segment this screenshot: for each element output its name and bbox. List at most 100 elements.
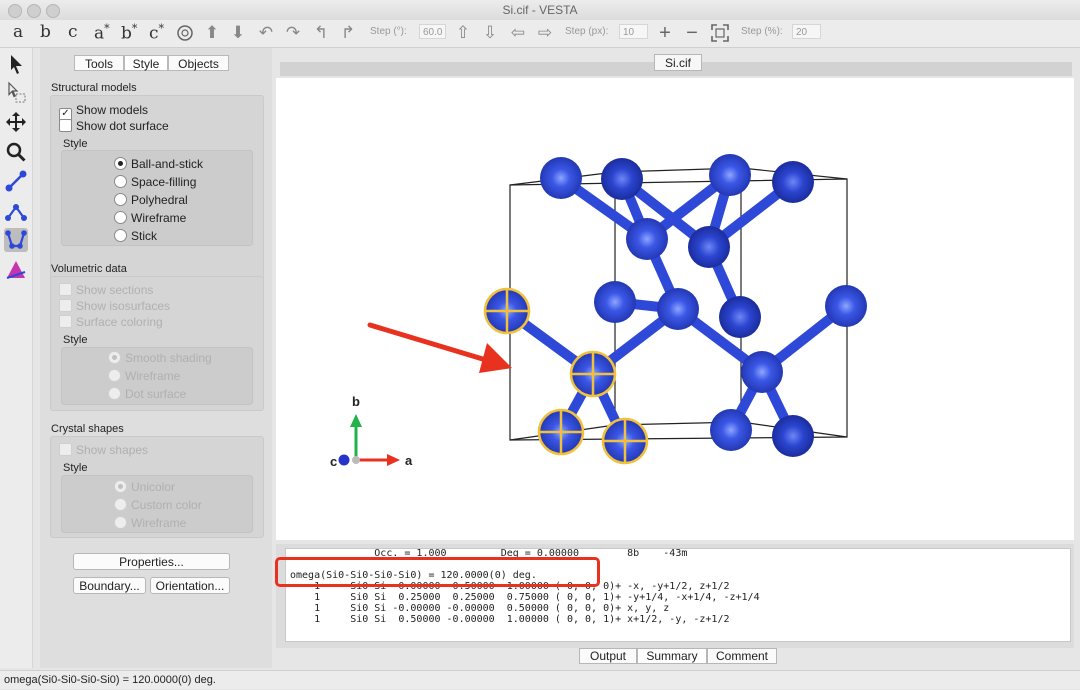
atom[interactable] xyxy=(709,154,751,196)
show-sections-checkbox[interactable]: Show sections xyxy=(59,283,153,297)
radio-stick[interactable]: Stick xyxy=(114,229,157,243)
annotation-arrow xyxy=(367,322,512,373)
selected-atom[interactable] xyxy=(483,287,531,335)
view-along-c-button[interactable]: c xyxy=(68,22,78,42)
tool-bar xyxy=(0,48,33,668)
rotate-cw-icon[interactable]: ↱ xyxy=(338,23,358,43)
boundary-button[interactable]: Boundary... xyxy=(73,577,146,594)
atom[interactable] xyxy=(688,226,730,268)
view-along-b-button[interactable]: b xyxy=(40,22,51,42)
orientation-button[interactable]: Orientation... xyxy=(150,577,230,594)
selected-atom[interactable] xyxy=(537,408,585,456)
rotate-ccw-icon[interactable]: ↰ xyxy=(311,23,331,43)
select-arrow-icon[interactable] xyxy=(4,52,28,76)
status-bar: omega(Si0-Si0-Si0-Si0) = 120.0000(0) deg… xyxy=(0,670,1080,689)
axis-b-label: b xyxy=(352,394,360,409)
atom[interactable] xyxy=(741,351,783,393)
select-region-icon[interactable] xyxy=(4,81,28,105)
tab-style[interactable]: Style xyxy=(124,55,168,71)
properties-button[interactable]: Properties... xyxy=(73,553,230,570)
window-title: Si.cif - VESTA xyxy=(502,3,578,17)
atom[interactable] xyxy=(626,218,668,260)
radio-smooth-shading[interactable]: Smooth shading xyxy=(108,351,212,365)
crystal-shapes-title: Crystal shapes xyxy=(51,423,124,435)
radio-ball-and-stick[interactable]: Ball-and-stick xyxy=(114,157,203,171)
axis-indicator: b a c xyxy=(330,394,413,469)
output-line: 1 Si0 Si 0.50000 -0.00000 1.00000 ( 0, 0… xyxy=(290,614,730,625)
radio-dot-surface[interactable]: Dot surface xyxy=(108,387,186,401)
radio-vol-wireframe[interactable]: Wireframe xyxy=(108,369,180,383)
tab-summary[interactable]: Summary xyxy=(637,648,707,664)
axis-c-label: c xyxy=(330,454,337,469)
translate-left-icon[interactable]: ⇦ xyxy=(508,23,528,43)
tab-objects[interactable]: Objects xyxy=(168,55,229,71)
distance-tool-icon[interactable] xyxy=(4,169,28,193)
radio-space-filling[interactable]: Space-filling xyxy=(114,175,196,189)
rotate-up-icon[interactable]: ⬆ xyxy=(202,23,222,43)
volumetric-data-title: Volumetric data xyxy=(51,263,127,275)
atom[interactable] xyxy=(601,158,643,200)
step-px-input[interactable]: 10 xyxy=(619,24,648,39)
fit-to-screen-icon[interactable] xyxy=(710,23,730,43)
atom[interactable] xyxy=(540,157,582,199)
rotate-right-icon[interactable]: ↷ xyxy=(283,23,303,43)
tab-comment[interactable]: Comment xyxy=(707,648,777,664)
atom[interactable] xyxy=(719,296,761,338)
volumetric-data-group: Show sections Show isosurfaces Surface c… xyxy=(50,276,264,411)
step-deg-input[interactable]: 60.0 xyxy=(419,24,446,39)
standard-orientation-icon[interactable] xyxy=(175,23,195,43)
atom[interactable] xyxy=(710,409,752,451)
atom[interactable] xyxy=(594,281,636,323)
zoom-out-icon[interactable]: − xyxy=(682,23,702,43)
radio-crystal-wireframe[interactable]: Wireframe xyxy=(114,516,186,530)
crystal-style-label: Style xyxy=(63,462,88,474)
side-panel: Tools Style Objects Structural models ✓ S… xyxy=(40,48,272,668)
structural-style-box: Ball-and-stick Space-filling Polyhedral … xyxy=(61,150,253,246)
lattice-plane-tool-icon[interactable] xyxy=(4,258,28,282)
step-pct-input[interactable]: 20 xyxy=(792,24,821,39)
structural-style-label: Style xyxy=(63,138,88,150)
translate-right-icon[interactable]: ⇨ xyxy=(535,23,555,43)
atom[interactable] xyxy=(772,415,814,457)
translate-up-icon[interactable]: ⇧ xyxy=(453,23,473,43)
atom[interactable] xyxy=(657,288,699,330)
crystal-shapes-group: Show shapes Style Unicolor Custom color … xyxy=(50,436,264,538)
view-along-c-star-button[interactable]: c* xyxy=(149,22,164,44)
structure-viewer[interactable]: b a c xyxy=(276,78,1074,540)
translate-down-icon[interactable]: ⇩ xyxy=(480,23,500,43)
tab-si-cif[interactable]: Si.cif xyxy=(654,54,702,71)
rotate-left-icon[interactable]: ↶ xyxy=(256,23,276,43)
radio-wireframe[interactable]: Wireframe xyxy=(114,211,186,225)
translate-tool-icon[interactable] xyxy=(4,110,28,134)
toolbar: a b c a* b* c* ⬆ ⬇ ↶ ↷ ↰ ↱ Step (°): 60.… xyxy=(0,20,1080,48)
show-isosurfaces-checkbox[interactable]: Show isosurfaces xyxy=(59,299,170,313)
axis-a-label: a xyxy=(405,453,413,468)
radio-custom-color[interactable]: Custom color xyxy=(114,498,202,512)
zoom-in-icon[interactable]: + xyxy=(655,23,675,43)
selected-atom[interactable] xyxy=(601,417,649,465)
tab-tools[interactable]: Tools xyxy=(74,55,124,71)
surface-coloring-checkbox[interactable]: Surface coloring xyxy=(59,315,163,329)
crystal-style-box: Unicolor Custom color Wireframe xyxy=(61,475,253,533)
selected-atom[interactable] xyxy=(569,350,617,398)
step-px-label: Step (px): xyxy=(565,26,609,37)
volumetric-style-box: Smooth shading Wireframe Dot surface xyxy=(61,347,253,405)
view-along-a-button[interactable]: a xyxy=(13,22,23,42)
atom[interactable] xyxy=(772,161,814,203)
rotate-down-icon[interactable]: ⬇ xyxy=(228,23,248,43)
show-dot-surface-checkbox[interactable]: Show dot surface xyxy=(59,119,169,133)
view-along-b-star-button[interactable]: b* xyxy=(121,22,137,44)
dihedral-angle-tool-icon[interactable] xyxy=(4,228,28,252)
highlight-box xyxy=(275,557,600,587)
angle-tool-icon[interactable] xyxy=(4,199,28,223)
radio-unicolor[interactable]: Unicolor xyxy=(114,480,175,494)
atom[interactable] xyxy=(825,285,867,327)
view-along-a-star-button[interactable]: a* xyxy=(94,22,110,44)
show-shapes-checkbox[interactable]: Show shapes xyxy=(59,443,148,457)
output-line: 1 Si0 Si -0.00000 -0.00000 0.50000 ( 0, … xyxy=(290,603,670,614)
radio-polyhedral[interactable]: Polyhedral xyxy=(114,193,188,207)
magnifier-icon[interactable] xyxy=(4,140,28,164)
tab-output[interactable]: Output xyxy=(579,648,637,664)
structural-models-title: Structural models xyxy=(51,82,137,94)
volumetric-style-label: Style xyxy=(63,334,88,346)
